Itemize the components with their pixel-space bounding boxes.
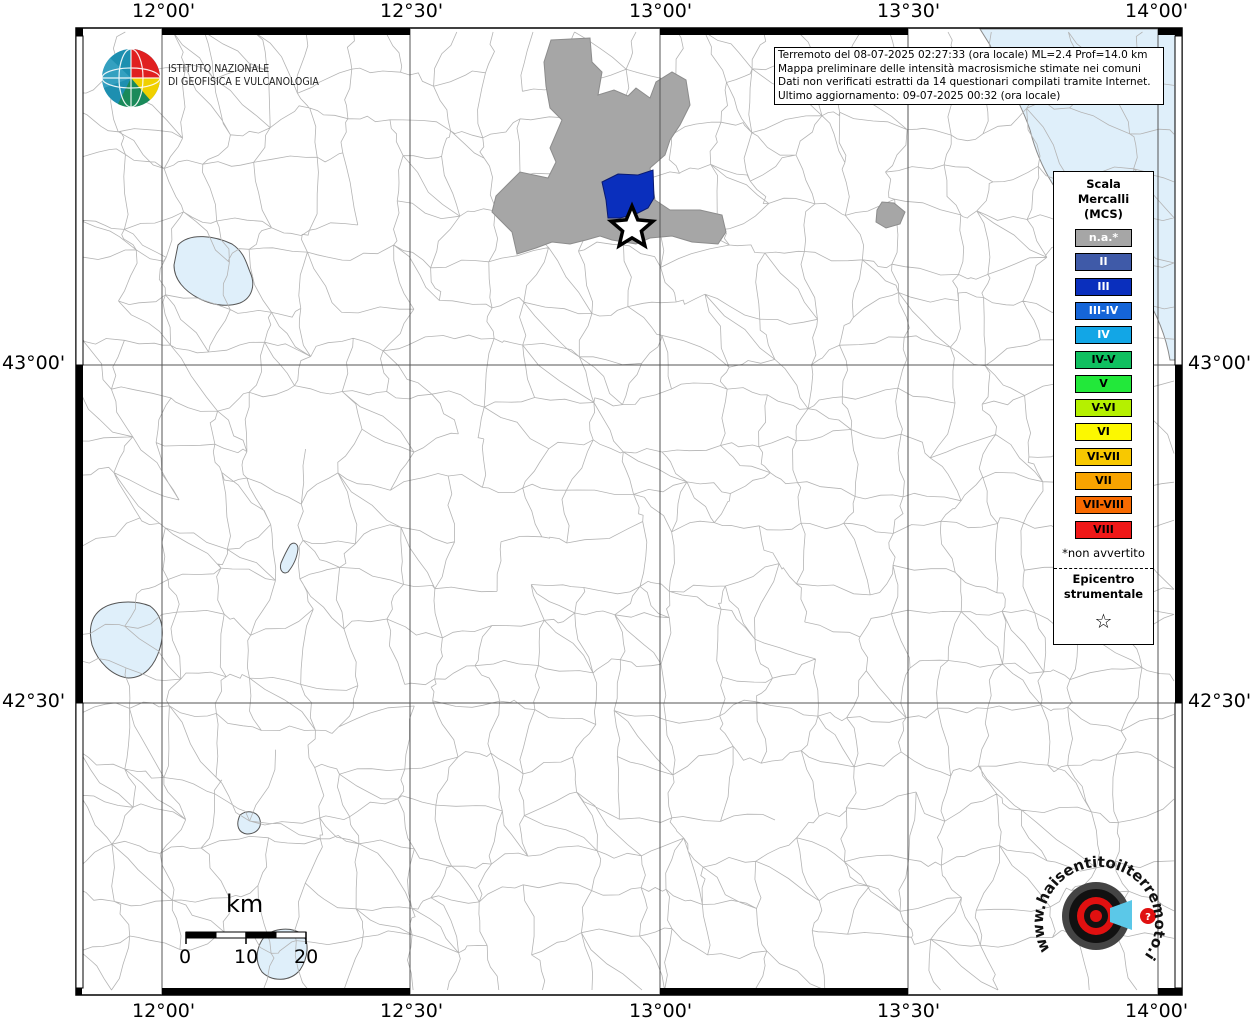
lon-label-bottom-3: 13°00': [629, 1000, 693, 1022]
lon-label-top-3: 13°00': [629, 0, 693, 22]
legend-epicenter-label: Epicentro strumentale: [1054, 572, 1153, 602]
legend-item: IV: [1075, 326, 1132, 345]
legend-item: VI-VII: [1075, 447, 1132, 466]
info-line-3: Dati non verificati estratti da 14 quest…: [778, 76, 1151, 88]
legend-note: *non avvertito: [1062, 546, 1145, 560]
legend-item: n.a.*: [1075, 229, 1132, 247]
lon-label-bottom-1: 12°00': [132, 1000, 196, 1022]
scale-tick-20: 20: [294, 946, 319, 968]
info-line-2: Mappa preliminare delle intensità macros…: [778, 62, 1141, 75]
legend-separator: [1054, 568, 1153, 569]
lat-label-right-1: 43°00': [1188, 352, 1252, 374]
logo-line-1: ISTITUTO NAZIONALE: [168, 63, 270, 75]
legend-item: VI: [1075, 423, 1132, 442]
legend-item: III-IV: [1075, 301, 1132, 320]
legend-item: VIII: [1075, 520, 1132, 539]
logo-line-2: DI GEOFISICA E VULCANOLOGIA: [168, 76, 319, 88]
legend-item: IV-V: [1075, 350, 1132, 369]
legend-epi-2: strumentale: [1063, 587, 1144, 601]
scale-tick-10: 10: [234, 946, 259, 968]
scale-unit: km: [226, 890, 264, 918]
lon-label-top-5: 14°00': [1125, 0, 1189, 22]
legend-item: III: [1075, 277, 1132, 296]
mcs-legend: Scala Mercalli (MCS) n.a.* II III III-IV IV I…: [1053, 171, 1154, 645]
legend-star-icon: ☆: [1094, 609, 1113, 633]
ingv-logo-text: ISTITUTO NAZIONALE DI GEOFISICA E VULCAN…: [168, 63, 319, 89]
ingv-logo-icon: [101, 48, 161, 108]
lon-label-top-4: 13°30': [877, 0, 941, 22]
event-info-box: Terremoto del 08-07-2025 02:27:33 (ora l…: [774, 47, 1164, 105]
lat-label-left-2: 42°30': [2, 690, 66, 712]
legend-item: V-VI: [1075, 399, 1132, 418]
lat-label-right-2: 42°30': [1188, 690, 1252, 712]
legend-epi-1: Epicentro: [1072, 572, 1135, 586]
legend-item: VII: [1075, 472, 1132, 490]
lat-label-left-1: 43°00': [2, 352, 66, 374]
legend-title-1: Scala: [1086, 177, 1121, 191]
lon-label-top-1: 12°00': [132, 0, 196, 22]
legend-item: VII-VIII: [1075, 496, 1132, 515]
info-line-4: Ultimo aggiornamento: 09-07-2025 00:32 (…: [778, 89, 1061, 102]
legend-item: V: [1075, 374, 1132, 393]
legend-item: II: [1075, 253, 1132, 272]
scale-tick-0: 0: [179, 946, 192, 968]
lon-label-bottom-2: 12°30': [380, 1000, 444, 1022]
lon-label-bottom-5: 14°00': [1125, 1000, 1189, 1022]
legend-title-3: (MCS): [1084, 207, 1123, 221]
lon-label-top-2: 12°30': [380, 0, 444, 22]
legend-title-2: Mercalli: [1077, 192, 1130, 206]
lon-label-bottom-4: 13°30': [877, 1000, 941, 1022]
info-line-1: Terremoto del 08-07-2025 02:27:33 (ora l…: [778, 49, 1148, 61]
svg-text:?: ?: [1145, 912, 1151, 923]
legend-title: Scala Mercalli (MCS): [1054, 177, 1153, 222]
